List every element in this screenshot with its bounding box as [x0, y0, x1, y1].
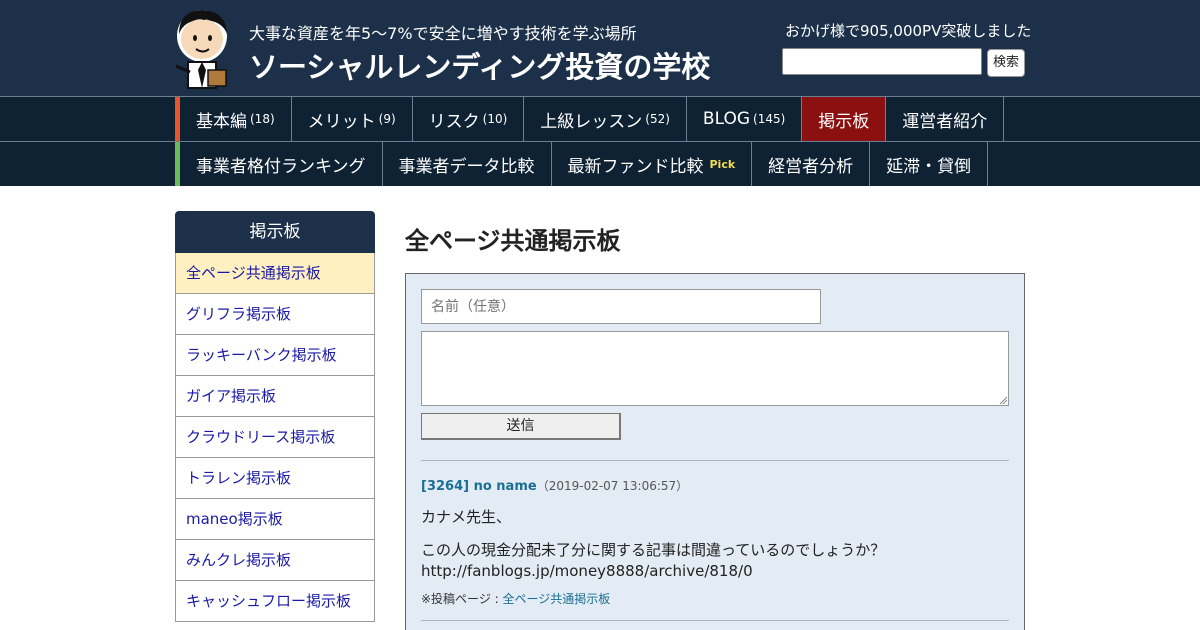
- sidebar-item-crowdlease[interactable]: クラウドリース掲示板: [175, 417, 375, 458]
- nav-label: 事業者データ比較: [398, 156, 535, 177]
- sidebar-item-minkure[interactable]: みんクレ掲示板: [175, 540, 375, 581]
- nav-advanced-lessons[interactable]: 上級レッスン (52): [524, 97, 687, 141]
- submit-button[interactable]: 送信: [421, 413, 621, 440]
- sidebar-item-toraren[interactable]: トラレン掲示板: [175, 458, 375, 499]
- divider: [421, 460, 1009, 461]
- sidebar-item-maneo[interactable]: maneo掲示板: [175, 499, 375, 540]
- post-meta-prefix: ※投稿ページ :: [421, 592, 503, 606]
- divider: [421, 620, 1009, 621]
- post-body-url: http://fanblogs.jp/money8888/archive/818…: [421, 562, 753, 580]
- nav-latest-funds[interactable]: 最新ファンド比較 Pick: [552, 142, 753, 186]
- post-source-link[interactable]: 全ページ共通掲示板: [503, 592, 611, 606]
- sub-nav: 事業者格付ランキング 事業者データ比較 最新ファンド比較 Pick 経営者分析 延…: [0, 141, 1200, 186]
- nav-label: BLOG: [702, 109, 751, 129]
- nav-label: 運営者紹介: [902, 111, 988, 132]
- resize-grip-icon[interactable]: [999, 396, 1007, 404]
- nav-executive-analysis[interactable]: 経営者分析: [752, 142, 871, 186]
- nav-label: リスク: [428, 111, 480, 132]
- post-source-page: ※投稿ページ : 全ページ共通掲示板: [421, 590, 610, 607]
- teacher-avatar-logo[interactable]: [174, 6, 234, 90]
- pick-badge: Pick: [709, 157, 736, 171]
- post-header: [3264] no name（2019-02-07 13:06:57）: [421, 475, 688, 494]
- nav-label: 基本編: [196, 111, 247, 132]
- pageview-announcement: おかげ様で905,000PV突破しました: [785, 22, 1032, 40]
- nav-blog[interactable]: BLOG (145): [687, 97, 803, 141]
- nav-label: 経営者分析: [768, 156, 854, 177]
- nav-about-operator[interactable]: 運営者紹介: [886, 97, 1005, 141]
- message-textarea[interactable]: [421, 331, 1009, 406]
- post-body-line: この人の現金分配未了分に関する記事は間違っているのでしょうか？: [421, 541, 886, 559]
- nav-merits[interactable]: メリット (9): [292, 97, 413, 141]
- nav-risks[interactable]: リスク (10): [413, 97, 525, 141]
- message-board-panel: 送信 [3264] no name（2019-02-07 13:06:57） カ…: [405, 273, 1025, 630]
- post-date: （2019-02-07 13:06:57）: [536, 479, 689, 493]
- nav-count: (10): [482, 112, 508, 126]
- nav-count: (145): [753, 112, 786, 126]
- nav-label: 上級レッスン: [540, 111, 643, 132]
- nav-label: 掲示板: [818, 111, 870, 132]
- nav-label: 延滞・貸倒: [886, 156, 972, 177]
- nav-label: メリット: [307, 111, 376, 132]
- name-input[interactable]: [421, 289, 821, 324]
- page-title: 全ページ共通掲示板: [405, 227, 621, 255]
- main-nav: 基本編 (18) メリット (9) リスク (10) 上級レッスン (52) BLOG(…: [0, 96, 1200, 141]
- sidebar-heading: 掲示板: [175, 211, 375, 253]
- sidebar-item-gaia[interactable]: ガイア掲示板: [175, 376, 375, 417]
- nav-message-board[interactable]: 掲示板: [802, 97, 887, 141]
- board-sidebar: 掲示板 全ページ共通掲示板 グリフラ掲示板 ラッキーバンク掲示板 ガイア掲示板 …: [175, 211, 375, 622]
- nav-count: (9): [378, 112, 396, 126]
- nav-data-comparison[interactable]: 事業者データ比較: [383, 142, 552, 186]
- sidebar-item-all-pages[interactable]: 全ページ共通掲示板: [175, 253, 375, 294]
- site-title[interactable]: ソーシャルレンディング投資の学校: [249, 44, 710, 86]
- nav-delinquency[interactable]: 延滞・貸倒: [870, 142, 989, 186]
- search-button[interactable]: 検索: [987, 49, 1025, 77]
- post-body-line: カナメ先生、: [421, 508, 512, 526]
- site-tagline: 大事な資産を年5～7%で安全に増やす技術を学ぶ場所: [249, 24, 637, 43]
- nav-label: 最新ファンド比較: [567, 156, 704, 177]
- site-header: 大事な資産を年5～7%で安全に増やす技術を学ぶ場所 ソーシャルレンディング投資の…: [0, 0, 1200, 96]
- sidebar-item-luckybank[interactable]: ラッキーバンク掲示板: [175, 335, 375, 376]
- nav-count: (18): [250, 112, 275, 126]
- search-input[interactable]: [782, 48, 982, 75]
- nav-count: (52): [645, 112, 670, 126]
- sidebar-item-cashflow[interactable]: キャッシュフロー掲示板: [175, 581, 375, 622]
- nav-basics[interactable]: 基本編 (18): [180, 97, 292, 141]
- sidebar-item-grifla[interactable]: グリフラ掲示板: [175, 294, 375, 335]
- post-author: [3264] no name: [421, 479, 537, 494]
- nav-label: 事業者格付ランキング: [196, 156, 366, 177]
- nav-rating-ranking[interactable]: 事業者格付ランキング: [180, 142, 383, 186]
